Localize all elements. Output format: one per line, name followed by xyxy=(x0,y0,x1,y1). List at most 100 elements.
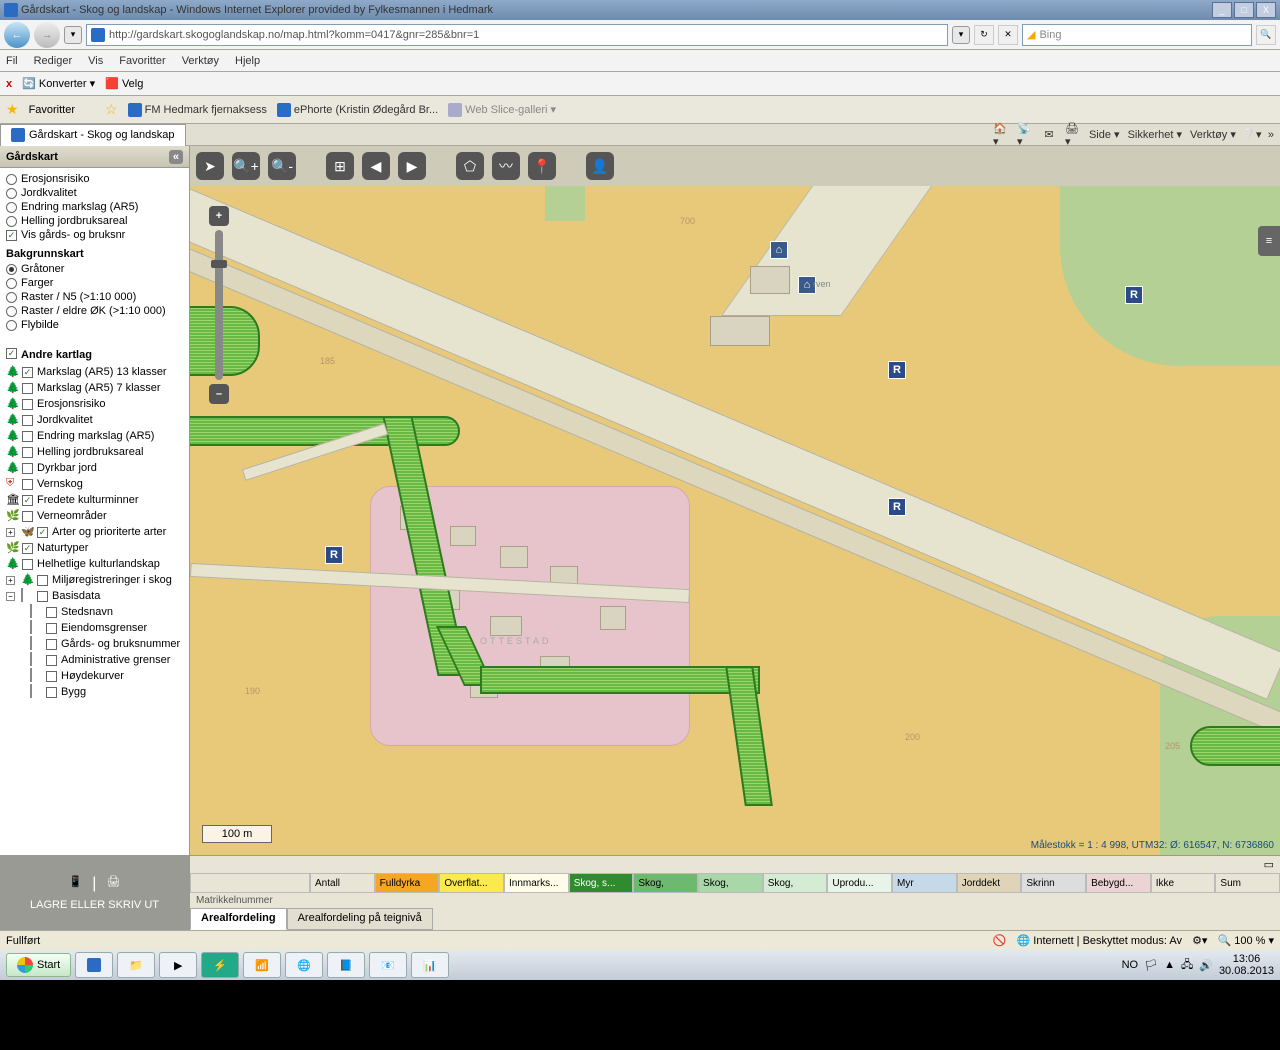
task-media[interactable]: ▶ xyxy=(159,952,197,978)
help-icon[interactable]: ❔▾ xyxy=(1244,127,1260,143)
task-powerpoint[interactable]: 📊 xyxy=(411,952,449,978)
chk-gards[interactable] xyxy=(46,639,57,650)
chk-admin[interactable] xyxy=(46,655,57,666)
addr-dropdown[interactable]: ▾ xyxy=(952,26,970,44)
system-clock[interactable]: 13:0630.08.2013 xyxy=(1219,953,1274,977)
tray-up-icon[interactable]: ▲ xyxy=(1164,959,1175,971)
chk-fred[interactable] xyxy=(22,495,33,506)
tab-teignivaa[interactable]: Arealfordeling på teignivå xyxy=(287,908,433,930)
info-tool[interactable]: 👤 xyxy=(586,152,614,180)
mail-icon[interactable]: ✉ xyxy=(1041,127,1057,143)
chk-hell[interactable] xyxy=(22,447,33,458)
chk-bygg[interactable] xyxy=(46,687,57,698)
chk-m7[interactable] xyxy=(22,383,33,394)
favlink-fm[interactable]: FM Hedmark fjernaksess xyxy=(128,103,267,117)
zoom-track[interactable] xyxy=(215,230,223,380)
expand-basis[interactable]: − xyxy=(6,592,15,601)
extent-tool[interactable]: ⊞ xyxy=(326,152,354,180)
chk-m13[interactable] xyxy=(22,367,33,378)
chk-eros[interactable] xyxy=(22,399,33,410)
zoom-in-tool[interactable]: 🔍+ xyxy=(232,152,260,180)
r-marker[interactable]: R xyxy=(325,546,343,564)
menu-rediger[interactable]: Rediger xyxy=(34,55,73,67)
rss-icon[interactable]: 📡▾ xyxy=(1017,127,1033,143)
expand-arter[interactable]: + xyxy=(6,528,15,537)
favorites-label[interactable]: Favoritter xyxy=(29,104,75,116)
r-marker[interactable]: R xyxy=(1125,286,1143,304)
favlink-webslice[interactable]: Web Slice-galleri ▾ xyxy=(448,103,556,117)
chk-vern[interactable] xyxy=(22,479,33,490)
chk-jord[interactable] xyxy=(22,415,33,426)
gear-icon[interactable]: ⚙▾ xyxy=(1192,934,1207,947)
fav-home-icon[interactable]: ☆ xyxy=(105,101,118,118)
konverter-button[interactable]: 🔄 Konverter ▾ xyxy=(22,77,95,90)
search-button[interactable]: 🔍 xyxy=(1256,25,1276,45)
zoom-minus[interactable]: – xyxy=(209,384,229,404)
radio-gratoner[interactable] xyxy=(6,264,17,275)
start-button[interactable]: Start xyxy=(6,953,71,977)
task-outlook[interactable]: 📧 xyxy=(369,952,407,978)
layers-toggle[interactable]: ≡ xyxy=(1258,226,1280,256)
r-marker[interactable]: R xyxy=(888,498,906,516)
print-icon[interactable]: 🖨▾ xyxy=(1065,127,1081,143)
polygon-tool[interactable]: ⬠ xyxy=(456,152,484,180)
chevron-icon[interactable]: » xyxy=(1268,129,1274,141)
poi-marker[interactable]: ⌂ xyxy=(770,241,788,259)
menu-verktoy[interactable]: Verktøy xyxy=(182,55,219,67)
expand-miljo[interactable]: + xyxy=(6,576,15,585)
task-app1[interactable]: ⚡ xyxy=(201,952,239,978)
radio-jordkvalitet[interactable] xyxy=(6,188,17,199)
zoom-out-tool[interactable]: 🔍- xyxy=(268,152,296,180)
chk-eien[interactable] xyxy=(46,623,57,634)
chk-verno[interactable] xyxy=(22,511,33,522)
point-tool[interactable]: 📍 xyxy=(528,152,556,180)
home-icon[interactable]: 🏠▾ xyxy=(993,127,1009,143)
back-button[interactable]: ← xyxy=(4,22,30,48)
task-chrome[interactable]: 🌐 xyxy=(285,952,323,978)
browser-tab[interactable]: Gårdskart - Skog og landskap xyxy=(0,124,186,146)
chk-visgards[interactable] xyxy=(6,230,17,241)
next-extent[interactable]: ▶ xyxy=(398,152,426,180)
tray-network-icon[interactable]: 🖧 xyxy=(1181,956,1193,975)
task-ie[interactable] xyxy=(75,952,113,978)
radio-rasterok[interactable] xyxy=(6,306,17,317)
sidebar-collapse[interactable]: « xyxy=(169,150,183,164)
window-minimize[interactable]: _ xyxy=(1212,2,1232,18)
prev-extent[interactable]: ◀ xyxy=(362,152,390,180)
sikkerhet-menu[interactable]: Sikkerhet ▾ xyxy=(1128,128,1182,141)
tray-flag-icon[interactable]: 🏳 xyxy=(1144,959,1158,972)
zoom-level[interactable]: 🔍 100 % ▾ xyxy=(1217,934,1274,947)
chk-basis[interactable] xyxy=(37,591,48,602)
popup-icon[interactable]: 🚫 xyxy=(993,934,1007,947)
lang-indicator[interactable]: NO xyxy=(1122,959,1139,971)
chk-natur[interactable] xyxy=(22,543,33,554)
radio-flybilde[interactable] xyxy=(6,320,17,331)
velg-button[interactable]: 🟥 Velg xyxy=(105,77,143,90)
chk-arter[interactable] xyxy=(37,527,48,538)
menu-fil[interactable]: Fil xyxy=(6,55,18,67)
r-marker[interactable]: R xyxy=(888,361,906,379)
line-tool[interactable]: 〰 xyxy=(492,152,520,180)
refresh-button[interactable]: ↻ xyxy=(974,25,994,45)
verktoy-menu[interactable]: Verktøy ▾ xyxy=(1190,128,1236,141)
stop-button[interactable]: ✕ xyxy=(998,25,1018,45)
menu-vis[interactable]: Vis xyxy=(88,55,103,67)
menu-hjelp[interactable]: Hjelp xyxy=(235,55,260,67)
zoom-handle[interactable] xyxy=(211,260,227,268)
sidebar-footer[interactable]: 📱|🖨 LAGRE ELLER SKRIV UT xyxy=(0,855,189,930)
chk-dyrk[interactable] xyxy=(22,463,33,474)
address-bar[interactable]: http://gardskart.skogoglandskap.no/map.h… xyxy=(86,24,948,46)
menu-favoritter[interactable]: Favoritter xyxy=(119,55,165,67)
chk-helh[interactable] xyxy=(22,559,33,570)
zoom-plus[interactable]: + xyxy=(209,206,229,226)
radio-farger[interactable] xyxy=(6,278,17,289)
chk-miljo[interactable] xyxy=(37,575,48,586)
chk-steds[interactable] xyxy=(46,607,57,618)
window-maximize[interactable]: □ xyxy=(1234,2,1254,18)
radio-helling[interactable] xyxy=(6,216,17,227)
side-menu[interactable]: Side ▾ xyxy=(1089,128,1120,141)
close-toolbar-icon[interactable]: x xyxy=(6,78,12,90)
favlink-ephorte[interactable]: ePhorte (Kristin Ødegård Br... xyxy=(277,103,438,117)
search-box[interactable]: ◢ Bing xyxy=(1022,24,1252,46)
task-app2[interactable]: 📘 xyxy=(327,952,365,978)
